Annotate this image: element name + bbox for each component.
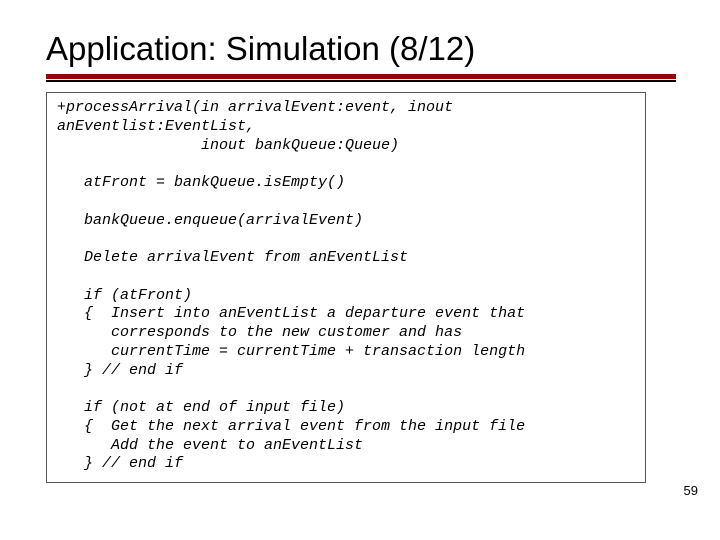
code-blank bbox=[57, 268, 635, 287]
code-line: } // end if bbox=[57, 455, 635, 474]
code-line: { Insert into anEventList a departure ev… bbox=[57, 305, 635, 324]
slide: Application: Simulation (8/12) +processA… bbox=[0, 0, 720, 540]
code-line: bankQueue.enqueue(arrivalEvent) bbox=[57, 212, 635, 231]
title-rule bbox=[0, 74, 720, 82]
code-line: } // end if bbox=[57, 362, 635, 381]
code-line: if (not at end of input file) bbox=[57, 399, 635, 418]
rule-black bbox=[46, 80, 676, 82]
code-blank bbox=[57, 193, 635, 212]
code-line: +processArrival(in arrivalEvent:event, i… bbox=[57, 99, 635, 118]
code-line: currentTime = currentTime + transaction … bbox=[57, 343, 635, 362]
code-line: inout bankQueue:Queue) bbox=[57, 137, 635, 156]
code-line: anEventlist:EventList, bbox=[57, 118, 635, 137]
code-blank bbox=[57, 380, 635, 399]
code-line: Delete arrivalEvent from anEventList bbox=[57, 249, 635, 268]
code-line: atFront = bankQueue.isEmpty() bbox=[57, 174, 635, 193]
code-line: corresponds to the new customer and has bbox=[57, 324, 635, 343]
code-box: +processArrival(in arrivalEvent:event, i… bbox=[46, 92, 646, 483]
code-blank bbox=[57, 155, 635, 174]
code-line: { Get the next arrival event from the in… bbox=[57, 418, 635, 437]
slide-title: Application: Simulation (8/12) bbox=[0, 0, 720, 74]
rule-red bbox=[46, 74, 676, 79]
code-line: if (atFront) bbox=[57, 287, 635, 306]
code-line: Add the event to anEventList bbox=[57, 437, 635, 456]
page-number: 59 bbox=[684, 483, 698, 498]
code-blank bbox=[57, 230, 635, 249]
